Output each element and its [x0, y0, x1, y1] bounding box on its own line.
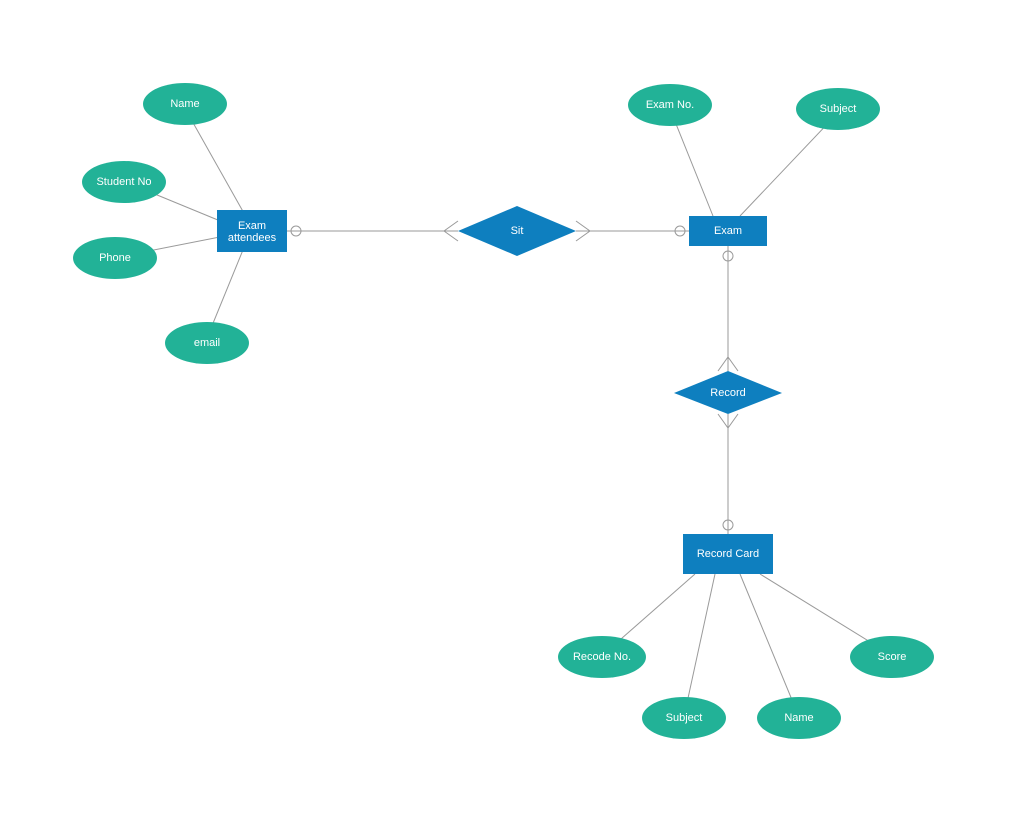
attribute-label: Score	[878, 651, 907, 663]
attribute-label: Name	[784, 712, 813, 724]
conn-line	[187, 112, 245, 215]
attribute-exam-no: Exam No.	[628, 84, 712, 126]
attribute-score: Score	[850, 636, 934, 678]
entity-label: Record Card	[697, 548, 759, 560]
entity-exam: Exam	[689, 216, 767, 246]
attribute-name: Name	[143, 83, 227, 125]
entity-label: Exam	[714, 225, 742, 237]
attribute-label: Phone	[99, 252, 131, 264]
attribute-recode-no: Recode No.	[558, 636, 646, 678]
attribute-label: Exam No.	[646, 99, 694, 111]
entity-record-card: Record Card	[683, 534, 773, 574]
attribute-phone: Phone	[73, 237, 157, 279]
attribute-label: Subject	[820, 103, 857, 115]
conn-line	[672, 114, 713, 216]
attribute-email: email	[165, 322, 249, 364]
er-diagram-canvas: Examattendees Name Student No Phone emai…	[0, 0, 1024, 816]
relationship-label: Record	[710, 387, 745, 399]
attribute-label: Name	[170, 98, 199, 110]
attribute-rc-subject: Subject	[642, 697, 726, 739]
relationship-sit: Sit	[458, 206, 576, 256]
relationship-label: Sit	[511, 225, 524, 237]
entity-exam-attendees: Examattendees	[217, 210, 287, 252]
attribute-label: Subject	[666, 712, 703, 724]
attribute-student-no: Student No	[82, 161, 166, 203]
attribute-label: email	[194, 337, 220, 349]
relationship-record: Record	[674, 371, 782, 414]
conn-line	[740, 118, 833, 216]
attribute-label: Recode No.	[573, 651, 631, 663]
attribute-subject: Subject	[796, 88, 880, 130]
attribute-rc-name: Name	[757, 697, 841, 739]
attribute-label: Student No	[96, 176, 151, 188]
conn-line	[685, 574, 715, 712]
conn-line	[740, 574, 797, 712]
